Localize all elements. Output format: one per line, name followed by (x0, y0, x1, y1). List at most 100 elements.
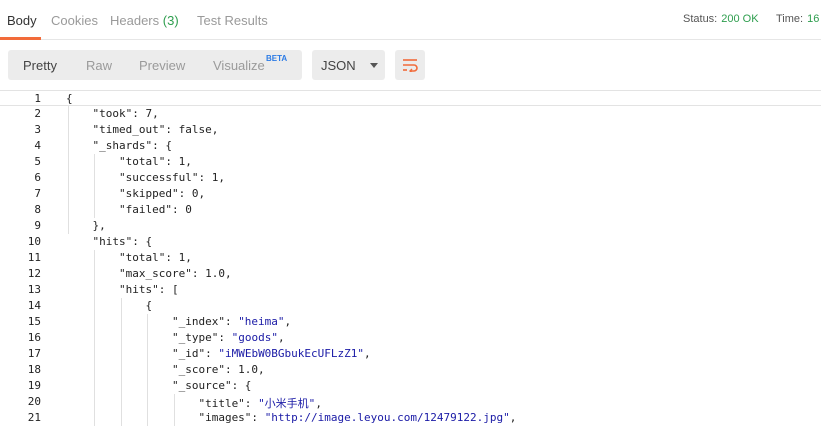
code-line: 21 "images": "http://image.leyou.com/124… (0, 410, 821, 426)
code-text: "_id": "iMWEbW0BGbukEcUFLzZ1", (66, 347, 371, 360)
json-string-value: "小米手机" (258, 397, 316, 410)
preview-button[interactable]: Preview (139, 58, 185, 73)
tab-cookies[interactable]: Cookies (51, 13, 98, 28)
json-token: "total": 1, (66, 155, 192, 168)
code-line: 6 "successful": 1, (0, 170, 821, 186)
code-text: "hits": [ (66, 283, 179, 296)
status-label: Status: (683, 13, 718, 25)
code-text: "total": 1, (66, 155, 192, 168)
code-line: 7 "skipped": 0, (0, 186, 821, 202)
code-line: 10 "hits": { (0, 234, 821, 250)
line-number: 3 (34, 123, 41, 136)
code-text: "images": "http://image.leyou.com/124791… (66, 411, 516, 424)
status-value: 200 OK (721, 13, 759, 25)
code-text: "max_score": 1.0, (66, 267, 232, 280)
json-token: "hits": { (66, 235, 153, 248)
json-token: "timed_out": false, (66, 123, 219, 136)
code-text: "_shards": { (66, 139, 172, 152)
code-text: "hits": { (66, 235, 152, 248)
code-text: "_score": 1.0, (66, 363, 265, 376)
code-text: { (66, 299, 152, 312)
response-body-code[interactable]: 1{2 "took": 7, 3 "timed_out": false, 4 "_s… (0, 90, 821, 426)
code-line: 19 "_source": { (0, 378, 821, 394)
line-number: 8 (34, 203, 41, 216)
tab-test-results[interactable]: Test Results (197, 13, 268, 28)
tab-body[interactable]: Body (7, 13, 37, 28)
chevron-down-icon (370, 63, 378, 68)
json-token: "total": 1, (66, 251, 192, 264)
line-number: 20 (27, 395, 41, 408)
code-line: 8 "failed": 0 (0, 202, 821, 218)
code-text: "failed": 0 (66, 203, 192, 216)
code-line: 2 "took": 7, (0, 106, 821, 122)
active-tab-indicator (0, 37, 41, 40)
line-number: 1 (34, 92, 41, 105)
line-number: 10 (27, 235, 41, 248)
json-token: "_source": { (66, 379, 252, 392)
headers-count-badge: (3) (162, 13, 179, 28)
code-text: "title": "小米手机", (66, 395, 322, 411)
json-token: "_index": (66, 315, 239, 328)
code-line: 12 "max_score": 1.0, (0, 266, 821, 282)
code-line: 9 }, (0, 218, 821, 234)
json-token: "_shards": { (66, 139, 172, 152)
code-line: 17 "_id": "iMWEbW0BGbukEcUFLzZ1", (0, 346, 821, 362)
code-line: 14 { (0, 298, 821, 314)
line-number: 16 (27, 331, 41, 344)
json-string-value: "http://image.leyou.com/12479122.jpg" (264, 411, 510, 424)
line-number: 13 (27, 283, 41, 296)
code-text: "took": 7, (66, 107, 159, 120)
raw-button[interactable]: Raw (86, 58, 112, 73)
json-token: "took": 7, (66, 107, 159, 120)
time-readout: Time: 16 (776, 13, 819, 25)
wrap-lines-button[interactable] (395, 50, 425, 80)
line-number: 14 (27, 299, 41, 312)
json-token: }, (66, 219, 106, 232)
code-line: 20 "title": "小米手机", (0, 394, 821, 410)
code-line: 1{ (0, 90, 821, 106)
code-line: 18 "_score": 1.0, (0, 362, 821, 378)
line-number: 19 (27, 379, 41, 392)
json-token: "_score": 1.0, (66, 363, 265, 376)
line-number: 9 (34, 219, 41, 232)
json-token: , (315, 397, 322, 410)
json-token: { (66, 92, 73, 105)
code-line: 4 "_shards": { (0, 138, 821, 154)
code-line: 5 "total": 1, (0, 154, 821, 170)
tab-headers[interactable]: Headers (3) (110, 13, 179, 28)
code-text: "total": 1, (66, 251, 192, 264)
json-token: { (66, 299, 153, 312)
json-token: "skipped": 0, (66, 187, 206, 200)
code-text: }, (66, 219, 106, 232)
code-line: 16 "_type": "goods", (0, 330, 821, 346)
code-line: 11 "total": 1, (0, 250, 821, 266)
wrap-lines-icon (403, 59, 418, 72)
json-token: , (277, 331, 285, 344)
tab-headers-label: Headers (110, 13, 160, 28)
json-token: "_type": (66, 331, 232, 344)
beta-badge: BETA (266, 54, 288, 63)
line-number: 15 (27, 315, 41, 328)
line-number: 7 (34, 187, 41, 200)
line-number: 17 (27, 347, 41, 360)
code-text: { (66, 92, 73, 105)
response-tabs: Body Cookies Headers (3) Test Results St… (0, 0, 821, 40)
format-select[interactable]: JSON (312, 50, 385, 80)
code-line: 3 "timed_out": false, (0, 122, 821, 138)
visualize-button[interactable]: Visualize BETA (213, 54, 287, 73)
pretty-button[interactable]: Pretty (23, 58, 57, 73)
json-token: , (509, 411, 517, 424)
code-text: "_index": "heima", (66, 315, 291, 328)
code-text: "timed_out": false, (66, 123, 218, 136)
line-number: 6 (34, 171, 41, 184)
json-token: , (284, 315, 292, 328)
status-readout: Status: 200 OK (683, 13, 759, 25)
line-number: 21 (27, 411, 41, 424)
code-text: "successful": 1, (66, 171, 225, 184)
line-number: 18 (27, 363, 41, 376)
view-mode-toolbar: Pretty Raw Preview Visualize BETA (8, 50, 302, 80)
json-token: "failed": 0 (66, 203, 192, 216)
json-token: "_id": (66, 347, 219, 360)
line-number: 2 (34, 107, 41, 120)
line-number: 5 (34, 155, 41, 168)
